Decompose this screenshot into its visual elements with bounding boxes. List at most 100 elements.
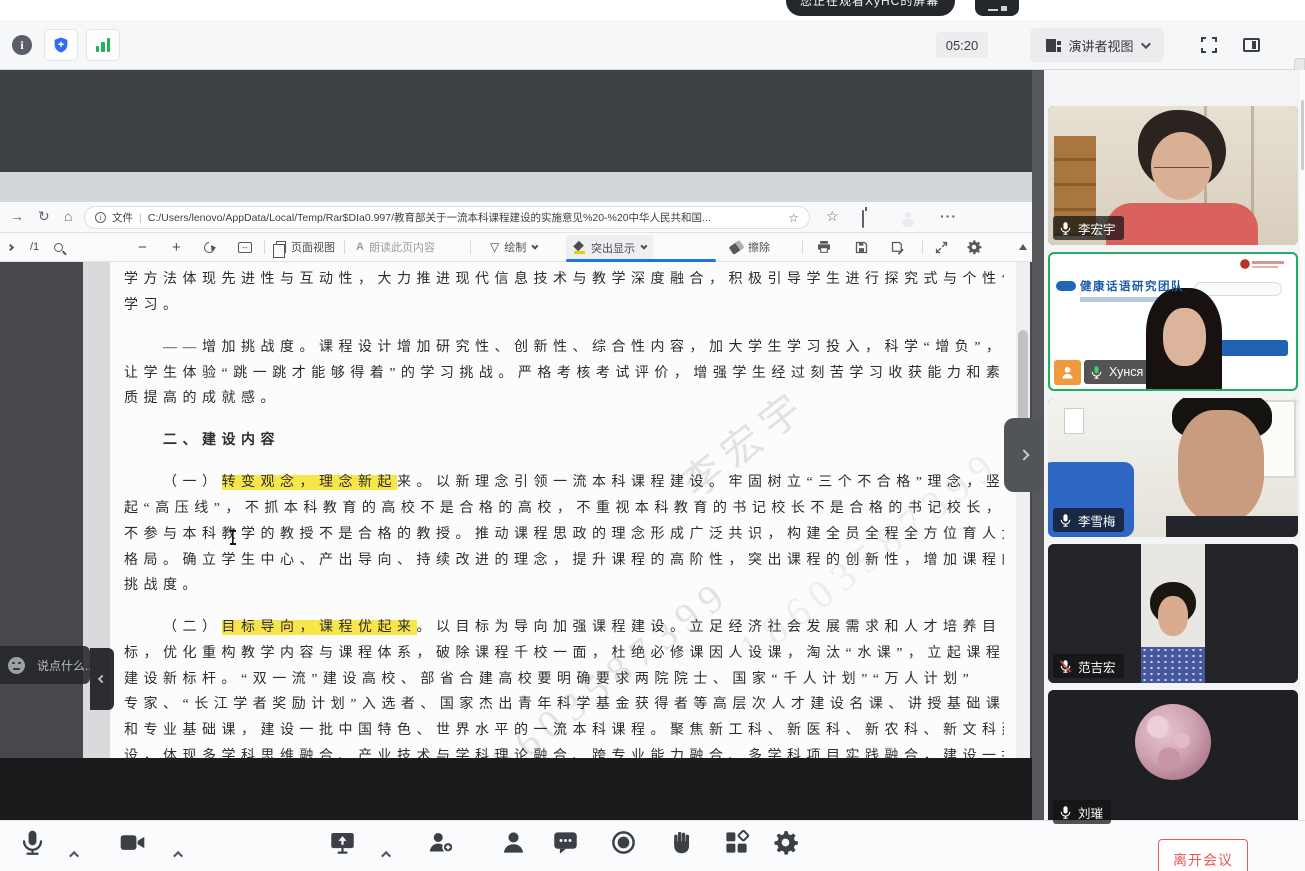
participant-name: 李宏宇 (1078, 219, 1116, 238)
search-icon[interactable] (54, 233, 63, 261)
document-line: 让学生体验“跳一跳才能够得着”的学习挑战。严格考核考试评价，增强学生经过刻苦学习… (124, 362, 1004, 384)
zoom-in-button[interactable]: + (172, 233, 181, 261)
pdf-toolbar: /1 − + ↔ 页面视图 A 朗读此页内容 ▽ 绘制 突出显示 擦除 (0, 233, 1032, 262)
chat-collapse-button[interactable] (90, 648, 114, 710)
emoji-icon[interactable] (8, 657, 25, 674)
collections-icon[interactable] (862, 211, 864, 227)
participant-sidebar: 李宏宇健康话语研究团队Хунся 李雪梅范吉宏刘璀 (1044, 70, 1305, 820)
erase-button[interactable]: 擦除 (730, 233, 770, 261)
mic-icon (1089, 365, 1104, 380)
apps-button[interactable] (716, 829, 756, 869)
participant-tile[interactable]: 刘璀 (1048, 690, 1298, 829)
virtual-background-title: 健康话语研究团队 (1080, 278, 1184, 294)
mic-muted-icon (1058, 659, 1073, 674)
chat-placeholder: 说点什么... (37, 657, 95, 674)
address-bar[interactable]: i 文件 | C:/Users/lenovo/AppData/Local/Tem… (84, 206, 810, 229)
camera-options-chevron[interactable] (176, 845, 192, 861)
document-heading: 二、建设内容 (124, 429, 1004, 451)
network-status-button[interactable] (86, 29, 120, 61)
document-line: 专家、“长江学者奖励计划”入选者、国家杰出青年科学基金获得者等高层次人才建设名课… (124, 693, 1004, 715)
highlight-button[interactable]: 突出显示 (566, 235, 653, 260)
window-top-strip (0, 0, 1305, 20)
document-line: 标，优化重构教学内容与课程体系，破除课程千校一面，杜绝必修课因人设课，淘汰“水课… (124, 642, 1004, 664)
forward-icon[interactable]: → (10, 208, 24, 224)
file-info-icon: i (95, 212, 106, 223)
save-as-button[interactable] (890, 233, 905, 261)
read-aloud-icon: A (356, 241, 364, 253)
document-line: 格局。确立学生中心、产出导向、持续改进的理念，提升课程的高阶性，突出课程的创新性… (124, 549, 1004, 571)
refresh-icon[interactable]: ↻ (38, 208, 50, 225)
meeting-window: 您正在观看XyHC的屏幕 i 05:20 演讲者视图 (0, 0, 1305, 871)
page-view-button[interactable]: 页面视图 (276, 233, 335, 261)
shared-screen-bottom-strip (0, 758, 1044, 820)
side-panel-toggle-button[interactable] (1238, 32, 1264, 58)
participant-tile[interactable]: 李宏宇 (1048, 106, 1298, 245)
mic-icon (1058, 221, 1073, 236)
pdf-settings-button[interactable] (966, 233, 982, 261)
document-line: （二）目标导向，课程优起来。以目标为导向加强课程建设。立足经济社会发展需求和人才… (124, 616, 1004, 638)
meeting-timer: 05:20 (936, 32, 988, 58)
gear-icon (966, 239, 982, 255)
browser-menu-icon[interactable]: ··· (940, 208, 957, 224)
print-button[interactable] (816, 233, 832, 261)
rotate-icon[interactable] (204, 233, 215, 261)
record-button[interactable] (603, 829, 643, 869)
url-path: C:/Users/lenovo/AppData/Local/Temp/Rar$D… (148, 210, 783, 225)
favorite-star-icon[interactable]: ☆ (788, 211, 799, 225)
participant-tile[interactable]: 健康话语研究团队Хунся (1048, 252, 1298, 391)
document-text: 学方法体现先进性与互动性，大力推进现代信息技术与教学深度融合，积极引导学生进行探… (124, 262, 1004, 758)
scroll-up-arrow[interactable] (1019, 240, 1027, 250)
save-button[interactable] (854, 233, 869, 261)
participant-label: 李雪梅 (1053, 508, 1124, 532)
speaker-view-icon (1046, 39, 1061, 52)
fit-width-icon[interactable]: ↔ (238, 233, 252, 261)
settings-button[interactable] (765, 829, 805, 869)
save-icon (854, 240, 869, 255)
favorites-bar-icon[interactable]: ☆ (826, 208, 839, 225)
pdf-sidebar-toggle[interactable] (8, 233, 13, 261)
share-options-chevron[interactable] (384, 845, 400, 861)
mic-options-chevron[interactable] (72, 845, 88, 861)
participant-label: 范吉宏 (1053, 654, 1124, 678)
pdf-scrollbar-thumb[interactable] (1018, 330, 1028, 428)
fullscreen-button[interactable] (1196, 32, 1222, 58)
sidebar-scrollbar-thumb[interactable] (1301, 100, 1304, 170)
browser-tabstrip: “教育部关于一流本科课程建... × + — × (0, 172, 1032, 202)
network-signal-icon (96, 38, 111, 52)
expand-button[interactable] (934, 233, 949, 261)
watching-screen-text: 您正在观看XyHC的屏幕 (800, 0, 939, 8)
participants-button[interactable] (493, 829, 533, 869)
meeting-info-button[interactable]: i (6, 29, 38, 61)
leave-meeting-button[interactable]: 离开会议 (1158, 839, 1248, 871)
participant-name: 范吉宏 (1078, 657, 1116, 676)
participant-label: 刘璀 (1053, 800, 1111, 824)
view-mode-button[interactable]: 演讲者视图 (1030, 28, 1164, 62)
shield-icon (52, 36, 70, 54)
chat-input[interactable]: 说点什么... (0, 646, 90, 684)
document-line: 质提高的成就感。 (124, 387, 1004, 409)
document-line: 学方法体现先进性与互动性，大力推进现代信息技术与教学深度融合，积极引导学生进行探… (124, 268, 1004, 290)
settings-gear-icon (772, 829, 799, 856)
home-icon[interactable]: ⌂ (64, 208, 72, 224)
invite-button[interactable] (420, 829, 460, 869)
document-line: （一）转变观念，理念新起来。以新理念引领一流本科课程建设。牢固树立“三个不合格”… (124, 471, 1004, 493)
person-icon (1059, 364, 1076, 381)
mic-icon (19, 829, 46, 856)
zoom-out-button[interactable]: − (138, 233, 147, 261)
participant-name: 刘璀 (1078, 803, 1103, 822)
highlight-pen-icon (574, 242, 586, 254)
raise-hand-button[interactable] (662, 829, 702, 869)
security-button[interactable] (44, 29, 78, 61)
draw-button[interactable]: ▽ 绘制 (490, 233, 536, 261)
read-aloud-button[interactable]: A 朗读此页内容 (356, 233, 435, 261)
banner-collapse-button[interactable] (975, 0, 1019, 16)
sidebar-expand-handle[interactable] (1004, 418, 1044, 492)
mic-button[interactable] (12, 829, 52, 869)
print-icon (816, 239, 832, 255)
mic-icon (1058, 513, 1073, 528)
participant-tile[interactable]: 李雪梅 (1048, 398, 1298, 537)
participant-tile[interactable]: 范吉宏 (1048, 544, 1298, 683)
share-screen-button[interactable] (322, 829, 362, 869)
camera-button[interactable] (112, 829, 152, 869)
chat-button[interactable] (545, 829, 585, 869)
